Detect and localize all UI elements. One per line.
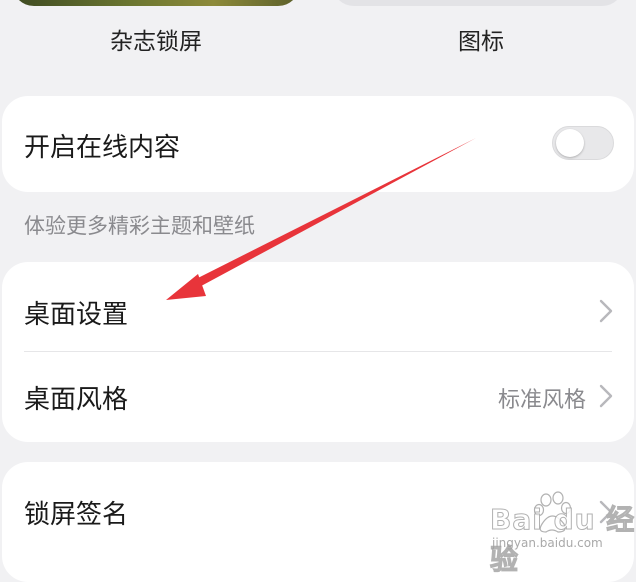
online-content-label: 开启在线内容 — [24, 133, 181, 163]
desktop-style-row[interactable]: 桌面风格 标准风格 — [2, 352, 634, 442]
desktop-settings-label: 桌面设置 — [24, 300, 129, 330]
watermark-sub: jingyan.baidu.com — [492, 536, 603, 550]
online-content-card: 开启在线内容 — [2, 96, 634, 192]
magazine-lockscreen-thumbnail[interactable] — [12, 0, 300, 6]
toggle-knob — [556, 129, 584, 157]
online-content-toggle[interactable] — [552, 126, 614, 160]
magazine-lockscreen-caption: 杂志锁屏 — [110, 29, 202, 55]
desktop-settings-row[interactable]: 桌面设置 — [2, 262, 634, 351]
icon-thumbnail[interactable] — [332, 0, 624, 6]
desktop-style-label: 桌面风格 — [24, 385, 129, 415]
lockscreen-signature-label: 锁屏签名 — [24, 500, 129, 530]
desktop-style-value: 标准风格 — [497, 388, 586, 413]
chevron-right-icon — [599, 299, 613, 323]
online-content-hint: 体验更多精彩主题和壁纸 — [24, 214, 255, 238]
icon-caption: 图标 — [458, 29, 504, 55]
desktop-settings-card: 桌面设置 桌面风格 标准风格 — [2, 262, 634, 442]
chevron-right-icon — [599, 384, 613, 408]
